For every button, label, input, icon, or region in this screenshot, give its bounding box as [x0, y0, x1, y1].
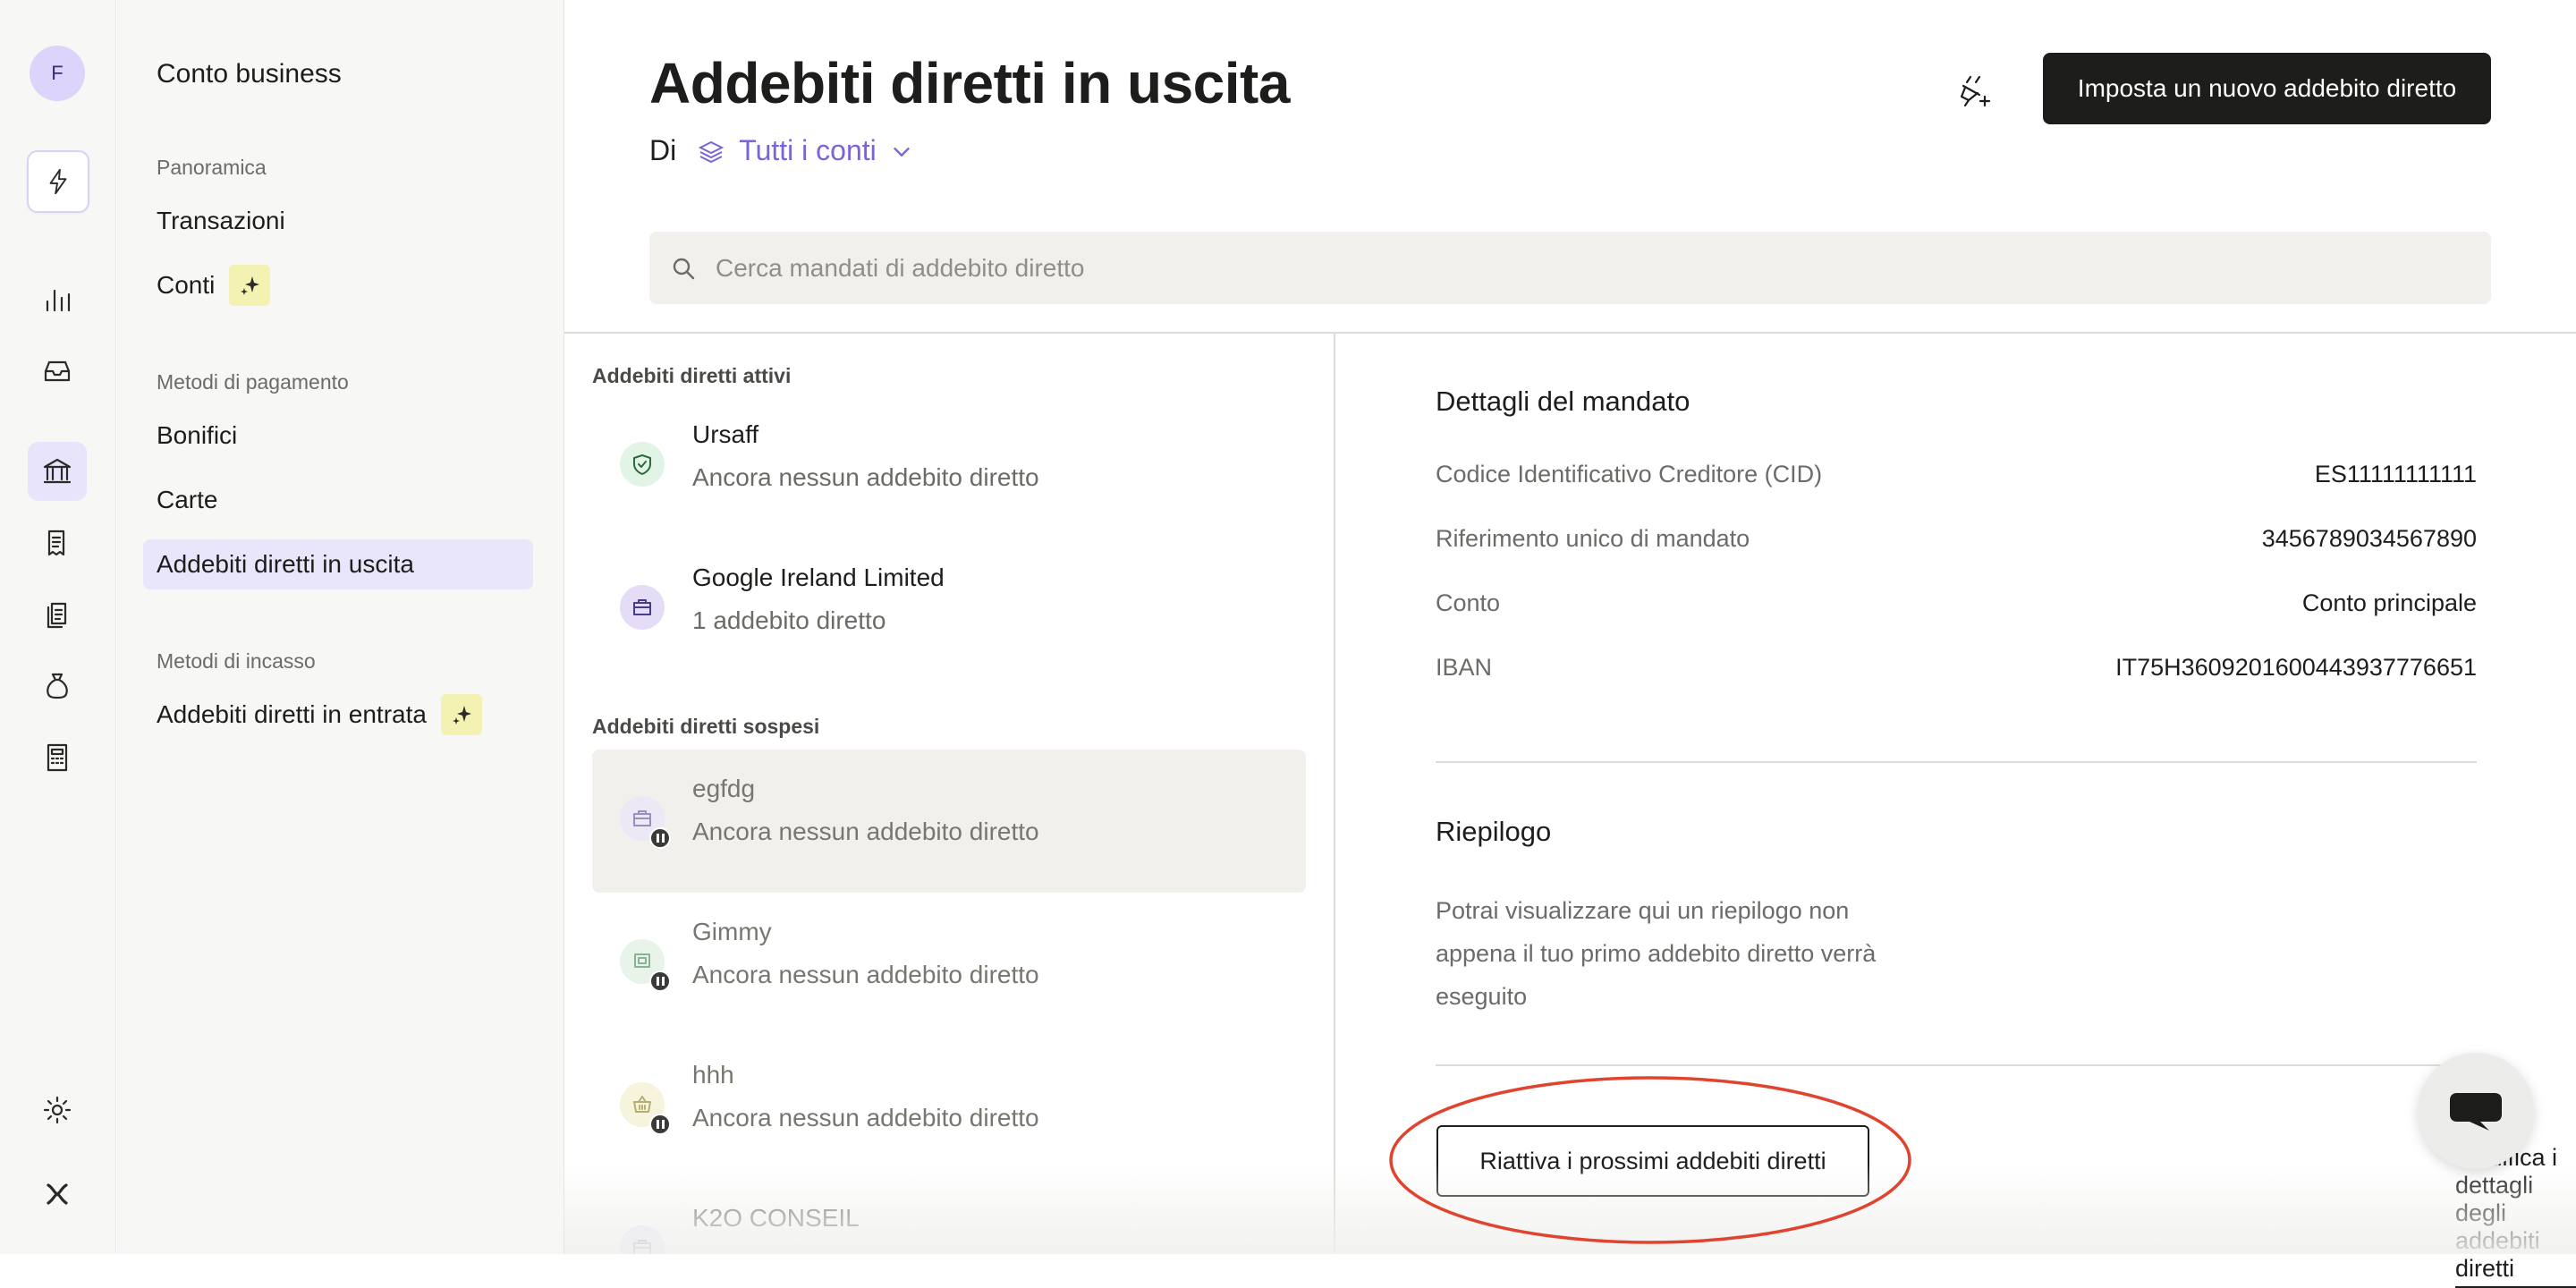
detail-row: IBAN IT75H3609201600443937776651 [1436, 654, 2477, 682]
detail-value: ES11111111111 [2314, 461, 2477, 487]
list-item-name: Gimmy [692, 918, 772, 945]
detail-value: 3456789034567890 [2261, 525, 2477, 552]
summary-heading: Riepilogo [1436, 816, 1552, 847]
briefcase-icon [620, 585, 665, 630]
shield-icon [620, 442, 665, 487]
nav-item-addebiti-uscita[interactable]: Addebiti diretti in uscita [143, 539, 533, 589]
suspended-heading: Addebiti diretti sospesi [592, 715, 820, 738]
nav-group-panoramica: Panoramica [157, 156, 267, 179]
search-input[interactable] [716, 253, 2415, 283]
detail-key: IBAN [1436, 654, 1493, 681]
plug-add-icon[interactable] [1953, 66, 1999, 113]
nav-group-incasso: Metodi di incasso [157, 649, 316, 673]
list-item[interactable]: Google Ireland Limited 1 addebito dirett… [592, 538, 1306, 682]
list-item[interactable]: Gimmy Ancora nessun addebito diretto [592, 893, 1306, 1036]
detail-key: Riferimento unico di mandato [1436, 525, 1750, 552]
filter-label: Di [649, 134, 677, 166]
divider [1436, 761, 2477, 763]
search-bar [649, 232, 2491, 304]
list-item[interactable]: egfdg Ancora nessun addebito diretto [592, 750, 1306, 893]
detail-row: Conto Conto principale [1436, 589, 2477, 617]
nav-item-carte[interactable]: Carte [143, 475, 533, 525]
account-dropdown-value: Tutti i conti [739, 134, 877, 166]
detail-key: Conto [1436, 589, 1501, 616]
main-content: Addebiti diretti in uscita Di Tutti i co… [564, 0, 2576, 1288]
mandate-list: Addebiti diretti attivi Ursaff Ancora ne… [564, 334, 1335, 1254]
documents-icon[interactable] [28, 585, 87, 644]
mandate-detail: Dettagli del mandato Codice Identificati… [1337, 334, 2576, 1288]
bolt-icon[interactable] [27, 150, 89, 213]
nav-item-addebiti-entrata[interactable]: Addebiti diretti in entrata [143, 690, 533, 740]
list-item-name: Ursaff [692, 420, 759, 448]
nav-item-transazioni[interactable]: Transazioni [143, 196, 533, 246]
bank-icon[interactable] [28, 442, 87, 501]
account-filter: Di Tutti i conti [649, 134, 914, 167]
layers-icon [698, 140, 724, 163]
detail-key: Codice Identificativo Creditore (CID) [1436, 461, 1823, 487]
detail-row: Riferimento unico di mandato 34567890345… [1436, 525, 2477, 553]
new-direct-debit-button[interactable]: Imposta un nuovo addebito diretto [2043, 53, 2491, 124]
summary-text: Potrai visualizzare qui un riepilogo non… [1436, 897, 1877, 1010]
pause-icon [649, 970, 671, 992]
list-item-sub: 1 addebito diretto [692, 606, 886, 634]
account-dropdown[interactable]: Tutti i conti [698, 134, 914, 167]
receipt-icon[interactable] [28, 513, 87, 572]
inbox-icon[interactable] [28, 342, 87, 401]
sparkle-icon [229, 265, 271, 306]
money-bag-icon[interactable] [28, 657, 87, 716]
sparkle-icon [440, 694, 482, 735]
bar-chart-icon[interactable] [28, 270, 87, 329]
section-nav: Conto business Panoramica Transazioni Co… [117, 0, 564, 1254]
list-item-sub: Ancora nessun addebito diretto [692, 961, 1039, 988]
search-icon [673, 258, 695, 279]
pause-icon [649, 1114, 671, 1135]
logo-icon[interactable] [28, 1165, 87, 1224]
avatar[interactable]: F [30, 46, 85, 101]
nav-item-conti[interactable]: Conti [143, 260, 533, 310]
nav-title: Conto business [157, 59, 342, 89]
list-item-sub: Ancora nessun addebito diretto [692, 1104, 1039, 1131]
detail-row: Codice Identificativo Creditore (CID) ES… [1436, 461, 2477, 488]
list-item-sub: Ancora nessun addebito diretto [692, 818, 1039, 845]
reactivate-button[interactable]: Riattiva i prossimi addebiti diretti [1436, 1125, 1869, 1197]
icon-rail: F [0, 0, 116, 1254]
detail-value: IT75H3609201600443937776651 [2115, 654, 2477, 681]
list-item-name: Google Ireland Limited [692, 564, 945, 591]
list-item[interactable]: K2O CONSEIL [592, 1179, 1306, 1254]
chat-icon [2450, 1093, 2502, 1131]
list-item[interactable]: Ursaff Ancora nessun addebito diretto [592, 395, 1306, 538]
list-item-name: K2O CONSEIL [692, 1204, 860, 1232]
page-title: Addebiti diretti in uscita [649, 51, 1290, 115]
divider [1436, 1064, 2477, 1066]
nav-group-pagamento: Metodi di pagamento [157, 370, 349, 394]
list-item-sub: Ancora nessun addebito diretto [692, 463, 1039, 491]
list-item-name: hhh [692, 1061, 734, 1089]
chevron-down-icon [893, 147, 910, 157]
gear-icon[interactable] [28, 1080, 87, 1140]
calculator-icon[interactable] [28, 728, 87, 787]
briefcase-icon [620, 1225, 665, 1254]
list-item[interactable]: hhh Ancora nessun addebito diretto [592, 1036, 1306, 1179]
active-heading: Addebiti diretti attivi [592, 364, 792, 387]
nav-item-bonifici[interactable]: Bonifici [143, 411, 533, 461]
list-item-name: egfdg [692, 775, 756, 802]
chat-button[interactable] [2418, 1053, 2534, 1169]
detail-value: Conto principale [2301, 589, 2477, 616]
pause-icon [649, 827, 671, 849]
mandate-heading: Dettagli del mandato [1436, 386, 1690, 417]
